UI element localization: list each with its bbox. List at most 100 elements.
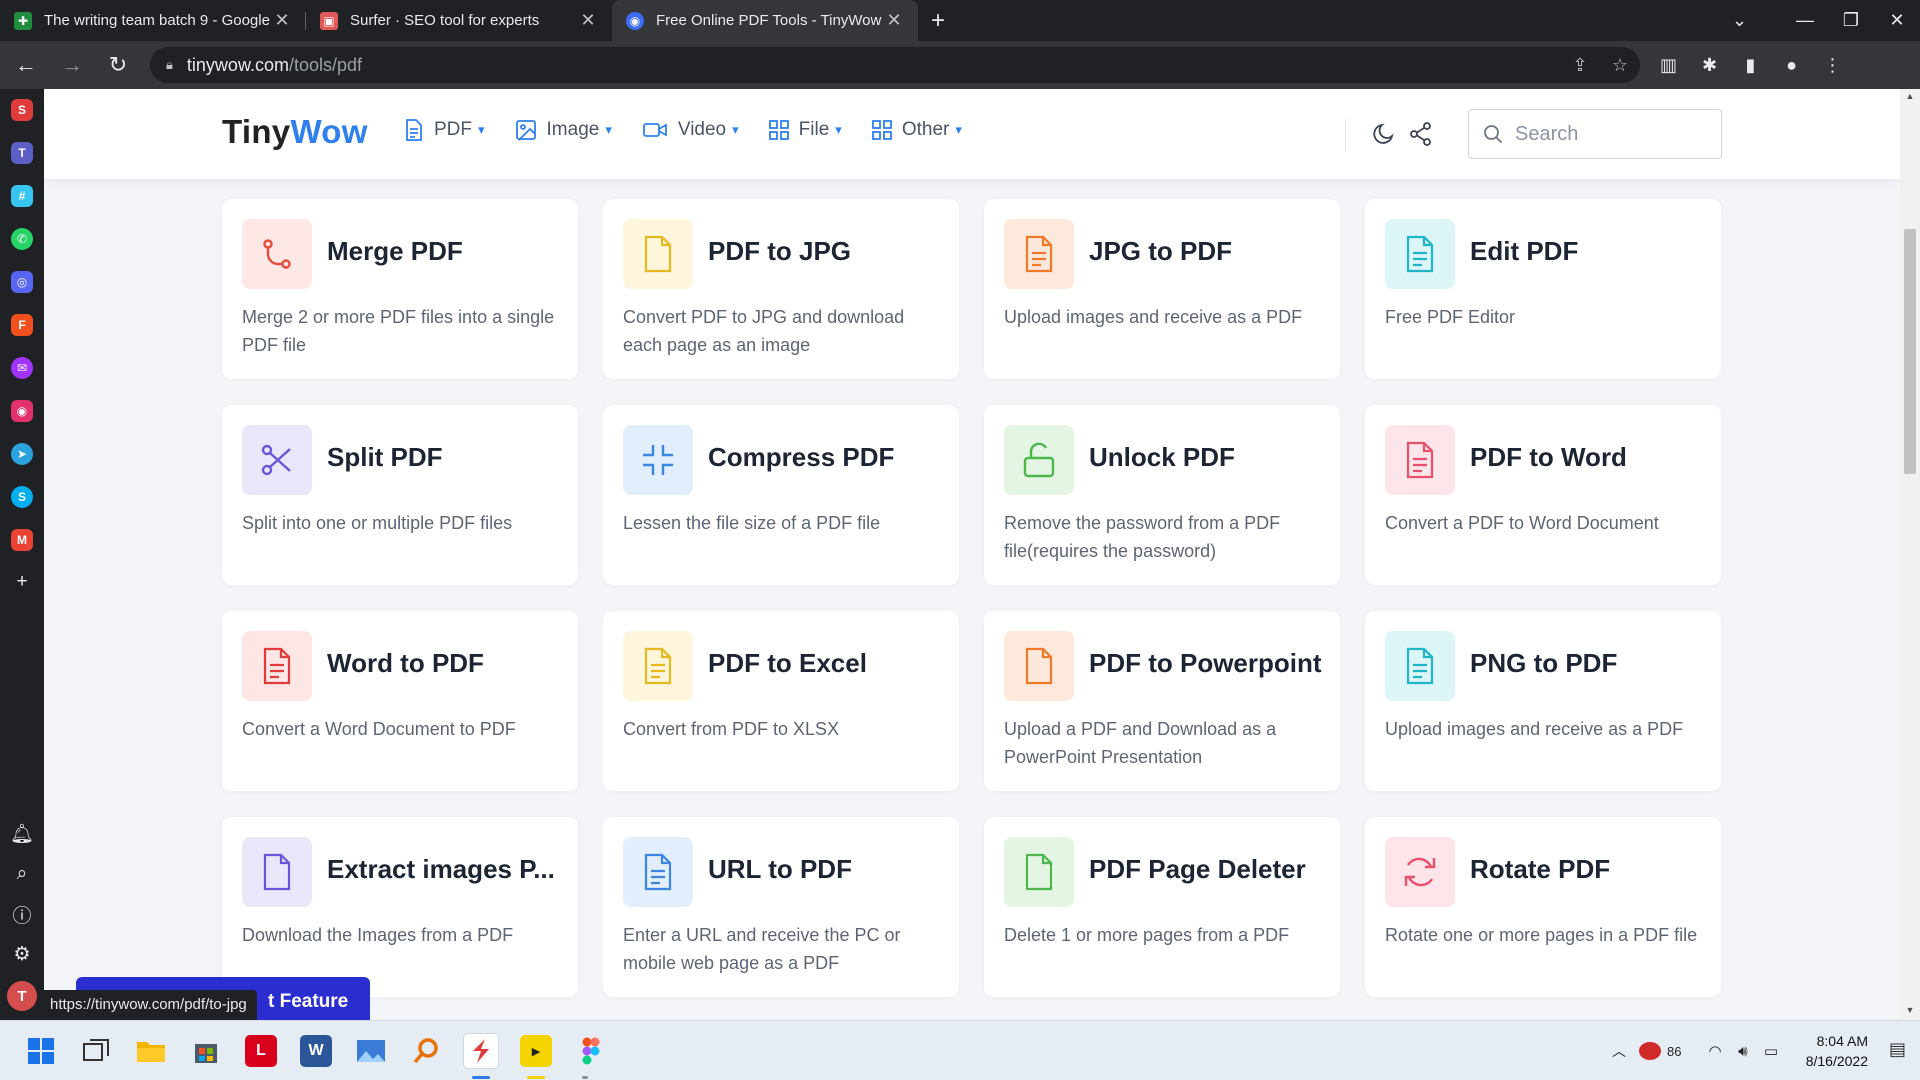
share-icon[interactable]: ⇪ — [1560, 55, 1600, 76]
lastpass-app-icon[interactable]: L — [245, 1035, 277, 1067]
close-icon[interactable]: ✕ — [578, 10, 598, 31]
slack-app-icon[interactable]: # — [11, 185, 33, 207]
surfer-app-icon[interactable]: S — [11, 99, 33, 121]
battery-saver-icon[interactable] — [1639, 1042, 1661, 1060]
nav-video[interactable]: Video ▾ — [642, 119, 739, 141]
tool-card-pdf-to-jpg[interactable]: PDF to JPG Convert PDF to JPG and downlo… — [603, 199, 959, 379]
photos-app-icon[interactable] — [355, 1035, 387, 1067]
close-icon[interactable]: ✕ — [272, 10, 292, 31]
microsoft-store-icon[interactable] — [190, 1035, 222, 1067]
chevron-down-icon: ▾ — [835, 122, 842, 137]
bell-icon[interactable]: 🔔︎ — [9, 821, 35, 847]
wifi-icon[interactable]: ◠ — [1701, 1042, 1729, 1060]
instagram-app-icon[interactable]: ◉ — [11, 400, 33, 422]
tool-card-jpg-to-pdf[interactable]: JPG to PDF Upload images and receive as … — [984, 199, 1340, 379]
nav-pdf[interactable]: PDF ▾ — [404, 119, 485, 141]
scrollbar-thumb[interactable] — [1904, 229, 1916, 474]
menu-kebab-icon[interactable]: ⋮ — [1812, 47, 1853, 83]
settings-gear-icon[interactable]: ⚙ — [9, 941, 35, 967]
bookmark-star-icon[interactable]: ☆ — [1600, 55, 1640, 76]
tool-card-unlock-pdf[interactable]: Unlock PDF Remove the password from a PD… — [984, 405, 1340, 585]
new-tab-button[interactable]: + — [918, 0, 958, 41]
word-app-icon[interactable]: W — [300, 1035, 332, 1067]
task-view-icon[interactable] — [80, 1035, 112, 1067]
restore-icon[interactable]: ❐ — [1828, 0, 1874, 41]
search-icon[interactable]: ⌕ — [9, 861, 35, 887]
minimize-icon[interactable]: — — [1782, 0, 1828, 41]
file-explorer-icon[interactable] — [135, 1035, 167, 1067]
reading-mode-icon[interactable]: ▥ — [1648, 47, 1689, 83]
nav-other[interactable]: Other ▾ — [871, 119, 962, 141]
search-icon — [1484, 125, 1503, 144]
share-icon[interactable] — [1406, 119, 1436, 149]
nav-file[interactable]: File ▾ — [768, 119, 842, 141]
scroll-down-arrow-icon[interactable]: ▼ — [1900, 1005, 1920, 1015]
user-avatar[interactable]: T — [7, 981, 37, 1011]
address-bar[interactable]: 🔒︎ tinywow.com /tools/pdf ⇪ ☆ — [150, 47, 1640, 83]
telegram-app-icon[interactable]: ➤ — [11, 443, 33, 465]
back-button[interactable]: ← — [6, 45, 46, 85]
forward-button[interactable]: → — [52, 45, 92, 85]
figma-app-icon[interactable]: F — [11, 314, 33, 336]
tool-card-pdf-to-powerpoint[interactable]: PDF to Powerpoint Upload a PDF and Downl… — [984, 611, 1340, 791]
tool-card-rotate-pdf[interactable]: Rotate PDF Rotate one or more pages in a… — [1365, 817, 1721, 997]
help-icon[interactable]: ⓘ — [9, 901, 35, 927]
whatsapp-app-icon[interactable]: ✆ — [11, 228, 33, 250]
show-hidden-icons-chevron-icon[interactable]: ︿ — [1605, 1041, 1633, 1061]
tab-google-sheets[interactable]: ✚ The writing team batch 9 - Google Shee… — [0, 0, 306, 41]
surfer-taskbar-icon[interactable] — [463, 1033, 499, 1069]
tool-card-edit-pdf[interactable]: Edit PDF Free PDF Editor — [1365, 199, 1721, 379]
tool-description: Lessen the file size of a PDF file — [623, 513, 881, 533]
figma-taskbar-icon[interactable] — [575, 1035, 607, 1067]
clock-date: 8/16/2022 — [1805, 1053, 1868, 1069]
teams-app-icon[interactable]: T — [11, 142, 33, 164]
tool-card-pdf-to-excel[interactable]: PDF to Excel Convert from PDF to XLSX — [603, 611, 959, 791]
tool-card-url-to-pdf[interactable]: URL to PDF Enter a URL and receive the P… — [603, 817, 959, 997]
tab-tinywow[interactable]: ◉ Free Online PDF Tools - TinyWow ✕ — [612, 0, 918, 41]
tool-card-compress-pdf[interactable]: Compress PDF Lessen the file size of a P… — [603, 405, 959, 585]
tool-card-word-to-pdf[interactable]: Word to PDF Convert a Word Document to P… — [222, 611, 578, 791]
lock-icon[interactable]: 🔒︎ — [166, 57, 173, 73]
skype-app-icon[interactable]: S — [11, 486, 33, 508]
side-panel-icon[interactable]: ▮ — [1730, 47, 1771, 83]
tool-card-png-to-pdf[interactable]: PNG to PDF Upload images and receive as … — [1365, 611, 1721, 791]
taskbar-clock[interactable]: 8:04 AM 8/16/2022 — [1806, 1031, 1868, 1071]
tool-description: Upload a PDF and Download as a PowerPoin… — [1004, 719, 1277, 767]
scroll-up-arrow-icon[interactable]: ▲ — [1900, 91, 1920, 101]
discord-app-icon[interactable]: ◎ — [11, 271, 33, 293]
tool-card-pdf-to-word[interactable]: PDF to Word Convert a PDF to Word Docume… — [1365, 405, 1721, 585]
window-controls: ⌄ — ❐ ✕ — [1672, 0, 1920, 41]
tool-card-extract-images[interactable]: Extract images P... Download the Images … — [222, 817, 578, 997]
battery-percent: 86 — [1667, 1043, 1682, 1059]
profile-icon[interactable]: ● — [1771, 47, 1812, 83]
notification-center-icon[interactable]: ▤ — [1889, 1039, 1906, 1060]
tool-title: Edit PDF — [1470, 236, 1579, 266]
tool-description: Download the Images from a PDF — [242, 925, 514, 945]
add-app-icon[interactable]: + — [9, 569, 35, 595]
tab-search-chevron-icon[interactable]: ⌄ — [1672, 0, 1782, 41]
nav-image[interactable]: Image ▾ — [515, 119, 612, 141]
tool-description: Split into one or multiple PDF files — [242, 513, 513, 533]
page-scrollbar[interactable]: ▲ ▼ — [1900, 89, 1920, 1020]
tool-card-merge-pdf[interactable]: Merge PDF Merge 2 or more PDF files into… — [222, 199, 578, 379]
tool-card-pdf-page-deleter[interactable]: PDF Page Deleter Delete 1 or more pages … — [984, 817, 1340, 997]
close-icon[interactable]: ✕ — [884, 10, 904, 31]
extensions-puzzle-icon[interactable]: ✱ — [1689, 47, 1730, 83]
volume-icon[interactable]: 🔊︎ — [1729, 1043, 1757, 1060]
search-input[interactable]: Search — [1468, 109, 1722, 159]
battery-icon[interactable]: ▭ — [1757, 1042, 1785, 1060]
file-icon — [1004, 837, 1074, 907]
gmail-app-icon[interactable]: M — [11, 529, 33, 551]
dark-mode-moon-icon[interactable] — [1369, 119, 1399, 149]
tinywow-logo[interactable]: TinyWow — [222, 113, 368, 151]
tab-title: Free Online PDF Tools - TinyWow — [656, 12, 882, 29]
messenger-app-icon[interactable]: ✉ — [11, 357, 33, 379]
windows-start-icon[interactable] — [25, 1035, 57, 1067]
close-window-icon[interactable]: ✕ — [1874, 0, 1920, 41]
reload-button[interactable]: ↻ — [98, 45, 138, 85]
tab-surfer[interactable]: ▣ Surfer · SEO tool for experts ✕ — [306, 0, 612, 41]
player-app-icon[interactable]: ▶ — [520, 1035, 552, 1067]
search-magnifier-app-icon[interactable] — [410, 1035, 442, 1067]
tool-card-split-pdf[interactable]: Split PDF Split into one or multiple PDF… — [222, 405, 578, 585]
tool-title: Extract images P... — [327, 854, 555, 884]
